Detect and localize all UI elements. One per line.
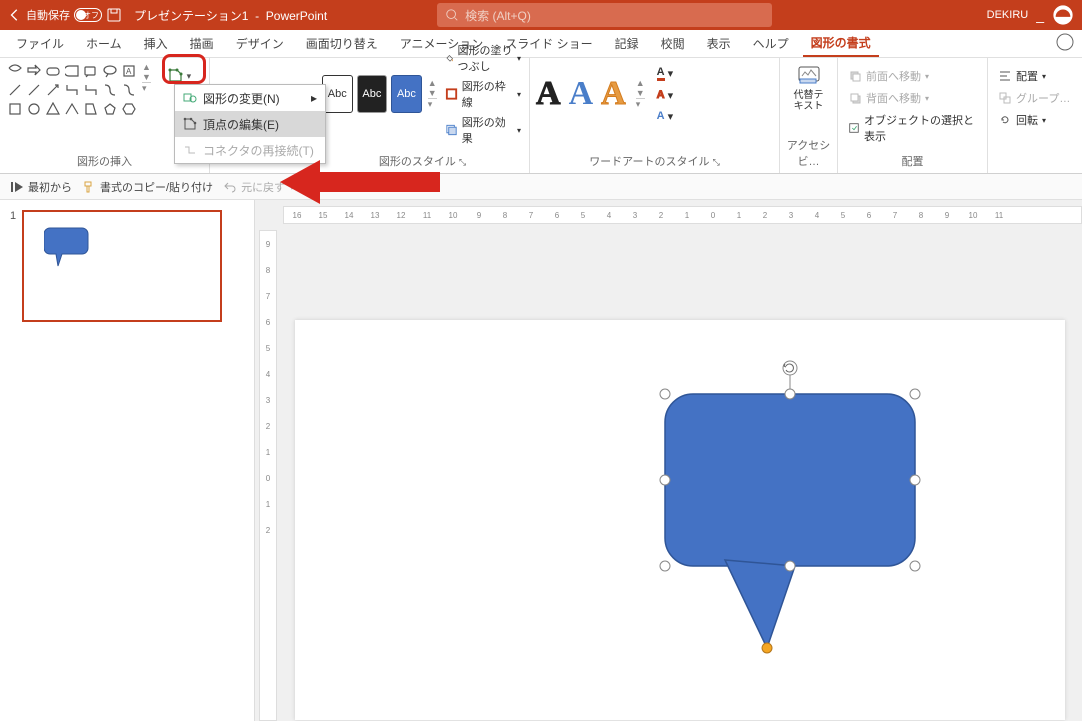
annotation-highlight [162,54,206,84]
shape-outline-button[interactable]: 図形の枠線▾ [443,77,523,111]
slide-thumbnails-pane[interactable]: 1 [0,200,255,721]
qat-format-painter[interactable]: 書式のコピー/貼り付け [82,179,213,195]
bring-forward-icon [848,69,862,83]
tab-transitions[interactable]: 画面切り替え [298,31,386,56]
shape-style-3[interactable]: Abc [391,75,422,113]
tab-shape-format[interactable]: 図形の書式 [803,30,879,57]
tab-home[interactable]: ホーム [78,31,130,56]
shapes-gallery[interactable]: A [6,62,138,118]
minimize-icon[interactable]: _ [1036,7,1044,23]
callout-shape[interactable] [655,360,935,663]
ribbon-tabs: ファイル ホーム 挿入 描画 デザイン 画面切り替え アニメーション スライド … [0,30,1082,58]
slide-canvas-area[interactable]: 1615141312111098765432101234567891011 98… [255,200,1082,721]
bucket-icon [445,51,454,65]
tab-help[interactable]: ヘルプ [745,31,797,56]
shape-style-2[interactable]: Abc [357,75,388,113]
rotate-handle-icon[interactable] [783,361,797,375]
rotate-icon [998,113,1012,127]
format-painter-icon [82,180,96,194]
wordart-style-3[interactable]: A [601,75,626,113]
tab-review[interactable]: 校閲 [653,31,693,56]
horizontal-ruler: 1615141312111098765432101234567891011 [283,206,1082,224]
selection-pane-button[interactable]: オブジェクトの選択と表示 [844,110,981,146]
tab-record[interactable]: 記録 [607,31,647,56]
shape-fill-button[interactable]: 図形の塗りつぶし▾ [443,41,523,75]
undo-icon [223,180,237,194]
group-label-arrange: 配置 [844,153,981,171]
send-backward-icon [848,91,862,105]
menu-change-shape[interactable]: 図形の変更(N) ▸ [175,85,325,111]
tab-view[interactable]: 表示 [699,31,739,56]
search-box[interactable]: 検索 (Alt+Q) [437,3,772,27]
qat-from-start[interactable]: 最初から [10,179,72,195]
align-button[interactable]: 配置▾ [994,66,1074,86]
tab-design[interactable]: デザイン [228,31,292,56]
text-effects-button[interactable]: A▾ [655,108,675,125]
username[interactable]: DEKIRU [987,9,1029,21]
wordart-style-2[interactable]: A [569,75,594,113]
rotate-button[interactable]: 回転▾ [994,110,1074,130]
effects-icon [445,123,458,137]
title-bar: 自動保存 オフ プレゼンテーション1 - PowerPoint 検索 (Alt+… [0,0,1082,30]
group-label-accessibility: アクセシビ… [786,137,831,171]
align-icon [998,69,1012,83]
alt-text-button[interactable]: 代替テキスト [786,62,831,112]
vertical-ruler: 987654321012 [259,230,277,721]
autosave-label: 自動保存 [26,7,70,23]
share-icon[interactable] [1056,33,1074,51]
text-outline-button[interactable]: A▾ [655,87,675,104]
search-icon [445,8,459,22]
group-label-wordart: ワードアートのスタイル ⤡ [536,153,773,171]
slide-number: 1 [10,210,16,322]
send-backward-button: 背面へ移動▾ [844,88,981,108]
slide-thumbnail-1[interactable] [22,210,222,322]
search-placeholder: 検索 (Alt+Q) [465,7,531,24]
document-title: プレゼンテーション1 - PowerPoint [134,7,327,24]
wordart-style-1[interactable]: A [536,75,561,113]
alt-text-icon [796,62,822,88]
tab-file[interactable]: ファイル [8,31,72,56]
user-avatar-icon[interactable] [1052,4,1074,26]
shape-style-1[interactable]: Abc [322,75,353,113]
workspace: 1 1615141312111098765432101234567891011 … [0,200,1082,721]
menu-edit-points[interactable]: 頂点の編集(E) [175,111,325,137]
thumbnail-callout-shape [44,224,94,272]
group-button: グループ… [994,88,1074,108]
save-icon[interactable] [106,7,122,23]
selection-pane-icon [848,121,860,135]
group-icon [998,91,1012,105]
submenu-arrow-icon: ▸ [311,91,317,105]
svg-text:A: A [126,67,132,76]
annotation-arrow [280,158,440,206]
text-fill-button[interactable]: A▾ [655,64,675,83]
adjust-handle[interactable] [762,643,772,653]
shape-effects-button[interactable]: 図形の効果▾ [443,113,523,147]
edit-shape-menu: 図形の変更(N) ▸ 頂点の編集(E) コネクタの再接続(T) [174,84,326,164]
play-from-start-icon [10,180,24,194]
back-icon[interactable] [8,8,22,22]
tab-insert[interactable]: 挿入 [136,31,176,56]
bring-forward-button: 前面へ移動▾ [844,66,981,86]
outline-icon [445,87,458,101]
tab-draw[interactable]: 描画 [182,31,222,56]
autosave-toggle[interactable]: オフ [74,8,102,22]
ribbon: A ▲ ▼ ▾ [0,58,1082,174]
quick-access-toolbar: 最初から 書式のコピー/貼り付け 元に戻す ▾ やり直し ▾ [0,174,1082,200]
